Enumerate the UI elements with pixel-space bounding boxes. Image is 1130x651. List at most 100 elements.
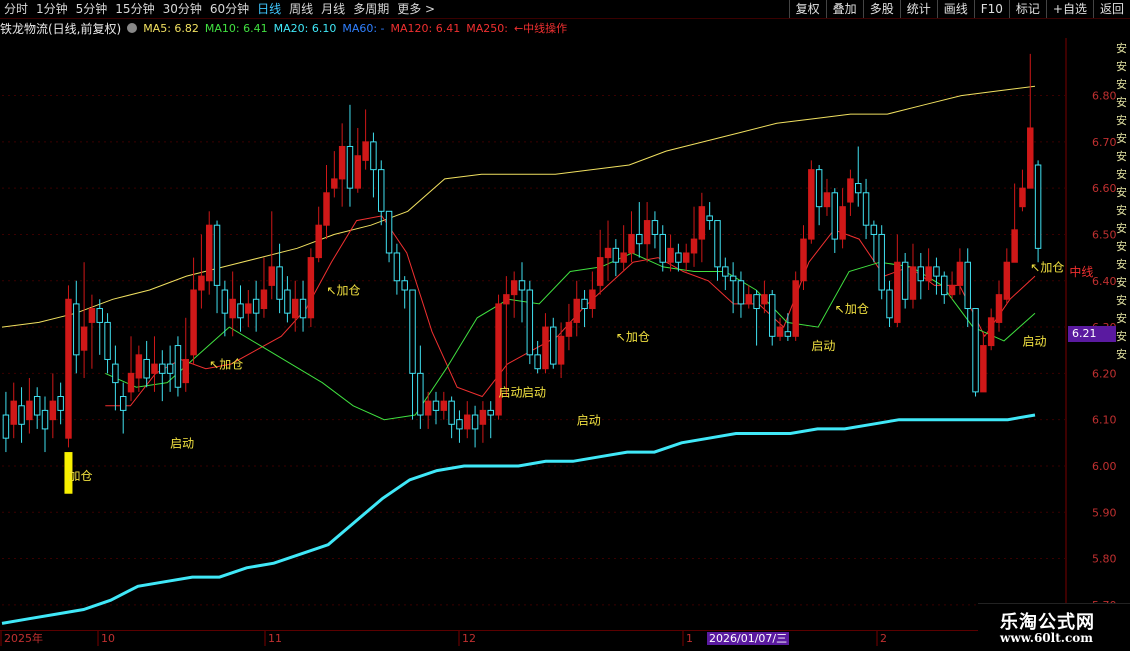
candle-body <box>925 266 932 282</box>
side-char: 安 <box>1116 312 1127 325</box>
signal-label: ↖加仓 <box>1030 260 1064 274</box>
candle-body <box>839 206 846 240</box>
candle-body <box>909 266 917 300</box>
tool-button-7[interactable]: +自选 <box>1045 0 1093 18</box>
tool-button-2[interactable]: 多股 <box>862 0 900 18</box>
candle-body <box>729 275 737 282</box>
watermark: 乐淘公式网 www.60lt.com <box>978 603 1130 651</box>
candle-body <box>135 354 143 379</box>
candle-body <box>714 220 721 268</box>
y-tick-label: 6.10 <box>1092 414 1117 427</box>
candle-body <box>119 396 127 411</box>
period-tabs: 分时 1分钟 5分钟 15分钟 30分钟 60分钟 日线 周线 月线 多周期 更多 > <box>0 0 439 18</box>
candle-body <box>151 363 158 374</box>
candle-body <box>1011 229 1018 263</box>
tab-9[interactable]: 多周期 <box>349 0 393 18</box>
tool-button-4[interactable]: 画线 <box>936 0 974 18</box>
tab-10[interactable]: 更多 > <box>393 0 439 18</box>
tab-5[interactable]: 60分钟 <box>206 0 253 18</box>
candle-body <box>636 233 643 245</box>
tab-6[interactable]: 日线 <box>253 0 285 18</box>
tab-8[interactable]: 月线 <box>317 0 349 18</box>
candle-body <box>745 294 753 305</box>
candle-body <box>65 298 72 439</box>
tab-3[interactable]: 15分钟 <box>111 0 158 18</box>
candle-body <box>573 298 580 323</box>
candle-body <box>354 155 362 189</box>
signal-label: ↖加仓 <box>327 284 361 298</box>
time-axis <box>0 630 978 651</box>
candle-body <box>901 261 909 300</box>
tool-button-3[interactable]: 统计 <box>899 0 937 18</box>
signal-label: 启动 <box>170 436 194 450</box>
signal-label: ↖加仓 <box>835 302 869 316</box>
side-char: 安 <box>1116 132 1127 145</box>
candle-body <box>894 261 901 323</box>
candle-body <box>956 261 964 286</box>
candle-body <box>737 280 745 305</box>
side-panel-strip[interactable]: 安安安安安安安安安安安安安安安安安安 <box>1116 40 1130 400</box>
candle-body <box>104 321 111 360</box>
y-tick-label: 5.80 <box>1092 553 1117 566</box>
candle-body <box>620 252 627 263</box>
side-char: 安 <box>1116 204 1127 217</box>
candle-body <box>878 233 885 291</box>
candle-body <box>338 145 346 180</box>
candle-body <box>127 372 135 393</box>
ma5-line <box>1 85 1036 328</box>
tool-button-8[interactable]: 返回 <box>1092 0 1130 18</box>
candle-body <box>675 252 682 263</box>
candle-body <box>628 233 635 254</box>
side-char: 安 <box>1116 168 1127 181</box>
candle-body <box>276 266 283 300</box>
candle-body <box>643 220 651 245</box>
kline-chart[interactable]: 6.806.706.606.506.406.306.206.106.005.90… <box>0 0 1130 650</box>
signal-label: 启动 <box>499 386 523 400</box>
candle-body <box>41 409 49 430</box>
candle-body <box>557 335 565 365</box>
candle-body <box>96 308 103 323</box>
tab-1[interactable]: 1分钟 <box>32 0 72 18</box>
candle-body <box>722 266 729 277</box>
candle-body <box>933 266 940 277</box>
candle-body <box>761 294 768 305</box>
candle-body <box>378 169 385 212</box>
tool-button-6[interactable]: 标记 <box>1008 0 1046 18</box>
side-char: 安 <box>1116 42 1127 55</box>
candle-body <box>479 409 487 425</box>
settings-icon[interactable] <box>127 23 138 33</box>
candle-body <box>526 289 534 356</box>
candle-body <box>823 192 831 208</box>
ma-info-bar: 铁龙物流(日线,前复权) MA5: 6.82 MA10: 6.41 MA20: … <box>0 20 573 36</box>
tool-button-0[interactable]: 复权 <box>788 0 826 18</box>
candle-body <box>987 317 995 347</box>
candle-body <box>862 192 870 226</box>
candle-body <box>651 220 659 235</box>
current-price-tag: 6.21 <box>1068 326 1118 342</box>
candle-body <box>198 275 205 291</box>
signal-label: 启动 <box>811 339 835 353</box>
candle-body <box>518 280 526 291</box>
side-char: 安 <box>1116 348 1127 361</box>
tab-7[interactable]: 周线 <box>285 0 317 18</box>
ma120-line <box>1 413 1036 625</box>
candle-body <box>510 280 518 296</box>
ma120-value: MA120: 6.41 <box>390 21 461 35</box>
tool-button-1[interactable]: 叠加 <box>825 0 863 18</box>
candle-body <box>808 169 815 240</box>
side-char: 安 <box>1116 78 1127 91</box>
candle-body <box>612 247 620 263</box>
candle-body <box>855 183 862 194</box>
candle-body <box>370 141 377 171</box>
tab-0[interactable]: 分时 <box>0 0 32 18</box>
tab-2[interactable]: 5分钟 <box>72 0 112 18</box>
candle-body <box>80 326 88 351</box>
candle-body <box>706 215 713 222</box>
tool-button-5[interactable]: F10 <box>973 0 1009 18</box>
candle-body <box>440 400 448 411</box>
y-tick-label: 6.00 <box>1092 460 1117 473</box>
y-tick-label: 5.90 <box>1092 506 1117 519</box>
candle-body <box>331 178 338 189</box>
tab-4[interactable]: 30分钟 <box>159 0 206 18</box>
candle-body <box>847 178 854 203</box>
